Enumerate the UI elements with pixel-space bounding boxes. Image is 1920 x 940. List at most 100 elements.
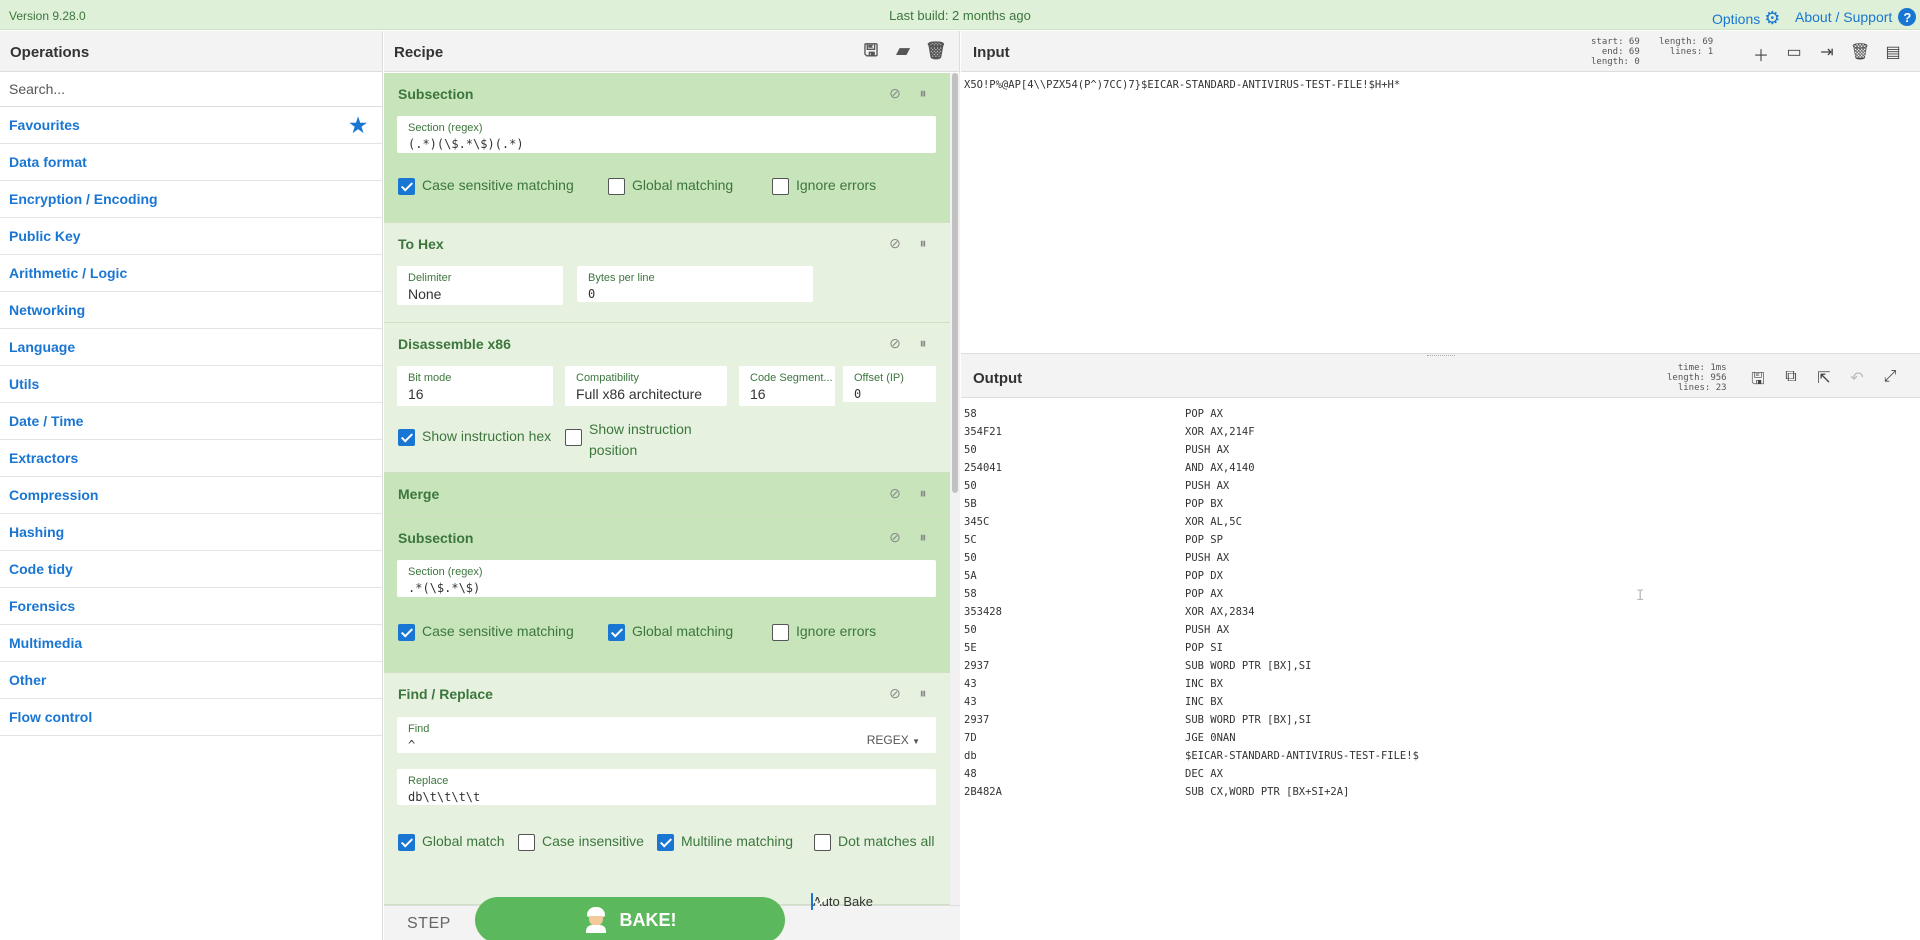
disable-icon[interactable]: ⊘ — [888, 335, 902, 352]
op-merge[interactable]: Merge ⊘ ⏸ — [384, 473, 950, 517]
undo-icon[interactable]: ↶ — [1847, 368, 1867, 395]
category-flow-control[interactable]: Flow control — [0, 699, 382, 736]
case-sensitive-checkbox[interactable]: Case sensitive matching — [398, 623, 574, 641]
operations-search-input[interactable] — [0, 72, 382, 107]
category-arithmetic-logic[interactable]: Arithmetic / Logic — [0, 255, 382, 292]
pause-icon[interactable]: ⏸ — [916, 529, 930, 546]
bake-bar: STEP BAKE! Auto Bake — [384, 893, 960, 940]
output-text[interactable]: 58 POP AX 354F21 XOR AX,214F 50 PUSH AX 254041… — [964, 405, 1419, 801]
compatibility-field[interactable]: Compatibility Full x86 architecture — [565, 366, 727, 406]
offset-ip-field[interactable]: Offset (IP) 0 — [843, 366, 936, 402]
load-recipe-folder-icon[interactable]: ▰ — [893, 41, 913, 61]
pause-icon[interactable]: ⏸ — [916, 485, 930, 502]
ignore-errors-checkbox[interactable]: Ignore errors — [772, 177, 876, 195]
section-regex-field[interactable]: Section (regex) .*(\$.*\$) — [397, 560, 936, 597]
last-build-label: Last build: 2 months ago — [889, 8, 1031, 23]
field-value: (.*)(\$.*\$)(.*) — [408, 137, 524, 151]
category-multimedia[interactable]: Multimedia — [0, 625, 382, 662]
input-textarea[interactable]: X5O!P%@AP[4\\PZX54(P^)7CC)7}$EICAR-STAND… — [964, 79, 1400, 91]
category-favourites[interactable]: Favourites ★ — [0, 107, 382, 144]
checkbox-box — [398, 834, 415, 851]
disable-icon[interactable]: ⊘ — [888, 485, 902, 502]
add-tab-icon[interactable]: ＋ — [1751, 42, 1771, 66]
category-hashing[interactable]: Hashing — [0, 514, 382, 551]
output-line: 5C POP SP — [964, 531, 1419, 549]
category-data-format[interactable]: Data format — [0, 144, 382, 181]
op-find-replace[interactable]: Find / Replace ⊘ ⏸ Find ^ REGEX ▼ Replace… — [384, 673, 950, 905]
regex-mode-dropdown[interactable]: REGEX ▼ — [867, 733, 920, 747]
save-output-icon[interactable]: 🖫 — [1748, 368, 1768, 395]
category-forensics[interactable]: Forensics — [0, 588, 382, 625]
category-other[interactable]: Other — [0, 662, 382, 699]
category-date-time[interactable]: Date / Time — [0, 403, 382, 440]
pause-icon[interactable]: ⏸ — [916, 685, 930, 702]
instruction-hex: 58 — [964, 408, 977, 420]
delimiter-field[interactable]: Delimiter None — [397, 266, 563, 305]
dot-matches-all-checkbox[interactable]: Dot matches all — [814, 833, 934, 851]
stat-sel-length: length: 0 — [1591, 57, 1640, 67]
category-compression[interactable]: Compression — [0, 477, 382, 514]
section-regex-field[interactable]: Section (regex) (.*)(\$.*\$)(.*) — [397, 116, 936, 153]
disable-icon[interactable]: ⊘ — [888, 529, 902, 546]
case-sensitive-checkbox[interactable]: Case sensitive matching — [398, 177, 574, 195]
category-utils[interactable]: Utils — [0, 366, 382, 403]
instruction-text: DEC AX — [1185, 768, 1223, 780]
operations-title: Operations — [0, 31, 382, 72]
global-matching-checkbox[interactable]: Global matching — [608, 623, 733, 641]
global-matching-checkbox[interactable]: Global matching — [608, 177, 733, 195]
pause-icon[interactable]: ⏸ — [916, 335, 930, 352]
clear-recipe-trash-icon[interactable]: 🗑 — [925, 41, 947, 61]
ignore-errors-checkbox[interactable]: Ignore errors — [772, 623, 876, 641]
category-extractors[interactable]: Extractors — [0, 440, 382, 477]
open-file-icon[interactable]: ⇥ — [1817, 42, 1837, 66]
instruction-text: POP AX — [1185, 588, 1223, 600]
step-button[interactable]: STEP — [407, 915, 451, 933]
open-folder-icon[interactable]: ▭ — [1784, 42, 1804, 66]
category-encryption-encoding[interactable]: Encryption / Encoding — [0, 181, 382, 218]
replace-input-icon[interactable]: ⇱ — [1814, 368, 1834, 395]
save-recipe-icon[interactable]: 🖫 — [861, 41, 881, 61]
bit-mode-field[interactable]: Bit mode 16 — [397, 366, 553, 406]
show-instruction-position-checkbox[interactable]: Show instruction position — [565, 419, 692, 461]
divider-grip[interactable] — [1427, 355, 1455, 356]
op-subsection-1[interactable]: Subsection ⊘ ⏸ Section (regex) (.*)(\$.*\… — [384, 73, 950, 223]
bytes-per-line-field[interactable]: Bytes per line 0 — [577, 266, 813, 302]
disable-icon[interactable]: ⊘ — [888, 85, 902, 102]
op-subsection-2[interactable]: Subsection ⊘ ⏸ Section (regex) .*(\$.*\$)… — [384, 517, 950, 673]
category-public-key[interactable]: Public Key — [0, 218, 382, 255]
replace-field[interactable]: Replace db\t\t\t\t — [397, 769, 936, 805]
maximize-icon[interactable]: ⤢ — [1880, 368, 1900, 395]
op-disassemble-x86[interactable]: Disassemble x86 ⊘ ⏸ Bit mode 16 Compatibi… — [384, 323, 950, 473]
code-segment-field[interactable]: Code Segment... 16 — [739, 366, 835, 406]
options-link[interactable]: Options ⚙ — [1712, 8, 1780, 29]
instruction-hex: 50 — [964, 624, 977, 636]
disable-icon[interactable]: ⊘ — [888, 235, 902, 252]
checkbox-label: Case insensitive — [542, 833, 644, 849]
about-support-link[interactable]: About / Support ? — [1795, 8, 1917, 26]
multiline-matching-checkbox[interactable]: Multiline matching — [657, 833, 793, 851]
checkbox-box — [608, 178, 625, 195]
field-label: Delimiter — [408, 272, 452, 284]
field-label: Bytes per line — [588, 272, 655, 284]
category-code-tidy[interactable]: Code tidy — [0, 551, 382, 588]
bake-button[interactable]: BAKE! — [475, 897, 785, 940]
auto-bake-checkbox[interactable]: Auto Bake — [787, 893, 897, 910]
category-language[interactable]: Language — [0, 329, 382, 366]
disable-icon[interactable]: ⊘ — [888, 685, 902, 702]
category-label: Public Key — [9, 228, 81, 244]
category-networking[interactable]: Networking — [0, 292, 382, 329]
output-line: 2B482A SUB CX,WORD PTR [BX+SI+2A] — [964, 783, 1419, 801]
scrollbar-thumb[interactable] — [952, 73, 958, 493]
output-line: 50 PUSH AX — [964, 477, 1419, 495]
global-match-checkbox[interactable]: Global match — [398, 833, 504, 851]
pause-icon[interactable]: ⏸ — [916, 235, 930, 252]
copy-output-icon[interactable]: ⧉ — [1781, 368, 1801, 395]
recipe-scrollbar[interactable] — [950, 73, 960, 905]
clear-input-trash-icon[interactable]: 🗑 — [1850, 42, 1870, 66]
show-instruction-hex-checkbox[interactable]: Show instruction hex — [398, 428, 551, 446]
case-insensitive-checkbox[interactable]: Case insensitive — [518, 833, 644, 851]
pause-icon[interactable]: ⏸ — [916, 85, 930, 102]
layout-icon[interactable]: ▤ — [1883, 42, 1903, 66]
find-field[interactable]: Find ^ REGEX ▼ — [397, 717, 936, 753]
op-to-hex[interactable]: To Hex ⊘ ⏸ Delimiter None Bytes per line … — [384, 223, 950, 323]
